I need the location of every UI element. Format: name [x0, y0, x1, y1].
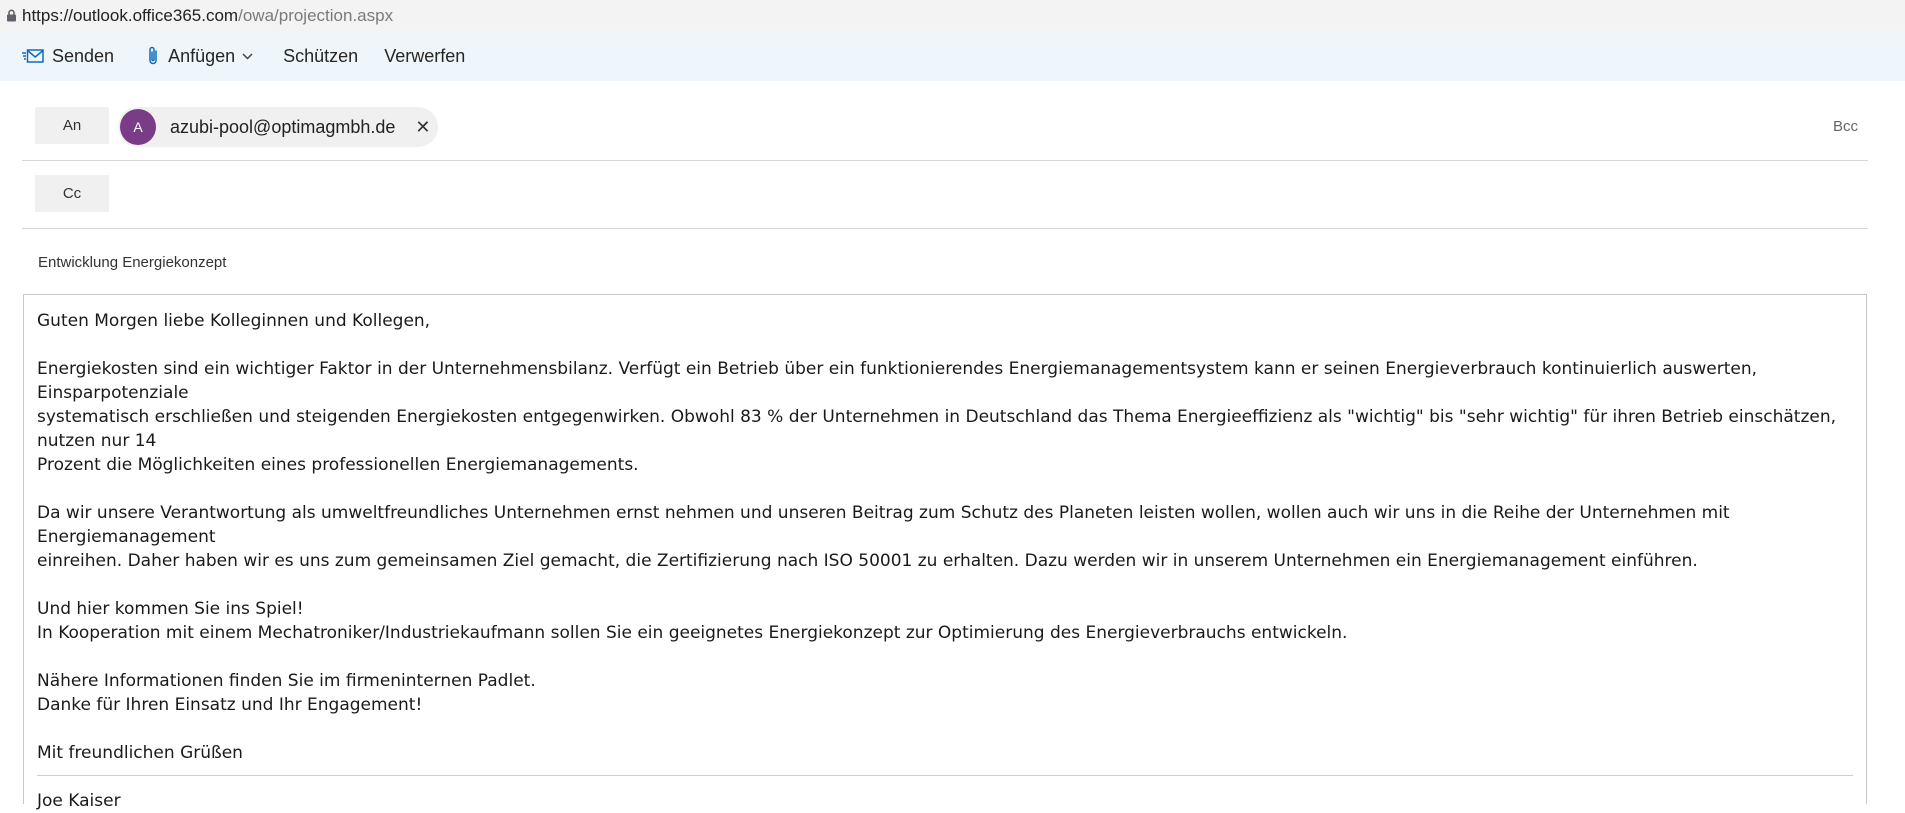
attach-label: Anfügen [168, 45, 236, 66]
body-line: systematisch erschließen und steigenden … [37, 407, 1837, 451]
message-body[interactable]: Guten Morgen liebe Kolleginnen und Kolle… [23, 294, 1867, 811]
body-text[interactable]: Guten Morgen liebe Kolleginnen und Kolle… [37, 309, 1857, 813]
url-host: https://outlook.office365.com [22, 5, 239, 25]
protect-button[interactable]: Schützen [283, 31, 358, 81]
body-line: Guten Morgen liebe Kolleginnen und Kolle… [37, 311, 431, 331]
bcc-button[interactable]: Bcc [1833, 118, 1858, 135]
send-icon [22, 48, 44, 64]
body-line: Nähere Informationen finden Sie im firme… [37, 671, 536, 691]
to-row: An A azubi-pool@optimagmbh.de ✕ Bcc [22, 98, 1868, 161]
address-bar[interactable]: https://outlook.office365.com/owa/projec… [0, 0, 1905, 32]
body-line: Danke für Ihren Einsatz und Ihr Engageme… [37, 695, 423, 715]
send-label: Senden [52, 45, 115, 66]
to-button[interactable]: An [35, 107, 109, 144]
url-text[interactable]: https://outlook.office365.com/owa/projec… [22, 6, 393, 26]
attach-button[interactable]: Anfügen [146, 31, 253, 81]
compose-toolbar: Senden Anfügen Schützen Verwerfen [0, 31, 1905, 81]
body-line: Und hier kommen Sie ins Spiel! [37, 599, 304, 619]
discard-button[interactable]: Verwerfen [384, 31, 465, 81]
body-line: Prozent die Möglichkeiten eines professi… [37, 455, 639, 475]
body-line: Energiekosten sind ein wichtiger Faktor … [37, 359, 1758, 403]
body-line [37, 573, 1857, 597]
body-line [37, 645, 1857, 669]
discard-label: Verwerfen [384, 45, 466, 66]
signature-divider [37, 775, 1853, 776]
remove-recipient-icon[interactable]: ✕ [415, 117, 430, 138]
body-line [37, 717, 1857, 741]
body-line: In Kooperation mit einem Mechatroniker/I… [37, 623, 1348, 643]
cc-row: Cc [22, 160, 1868, 229]
body-line [37, 477, 1857, 501]
body-line [37, 333, 1857, 357]
send-button[interactable]: Senden [22, 31, 114, 81]
body-line: einreihen. Daher haben wir es uns zum ge… [37, 551, 1698, 571]
subject-field[interactable]: Entwicklung Energiekonzept [38, 254, 226, 271]
paperclip-icon [146, 45, 160, 67]
avatar: A [120, 109, 156, 145]
body-line: Joe Kaiser [37, 791, 121, 811]
cc-button[interactable]: Cc [35, 175, 109, 212]
body-line: Da wir unsere Verantwortung als umweltfr… [37, 503, 1730, 547]
body-line [37, 765, 1857, 789]
lock-icon [0, 0, 22, 31]
body-line: Mit freundlichen Grüßen [37, 743, 243, 763]
recipient-chip[interactable]: A azubi-pool@optimagmbh.de ✕ [118, 107, 438, 147]
chevron-down-icon[interactable] [242, 52, 253, 60]
url-path: /owa/projection.aspx [238, 5, 394, 25]
protect-label: Schützen [283, 45, 359, 66]
recipient-email: azubi-pool@optimagmbh.de [170, 116, 396, 137]
